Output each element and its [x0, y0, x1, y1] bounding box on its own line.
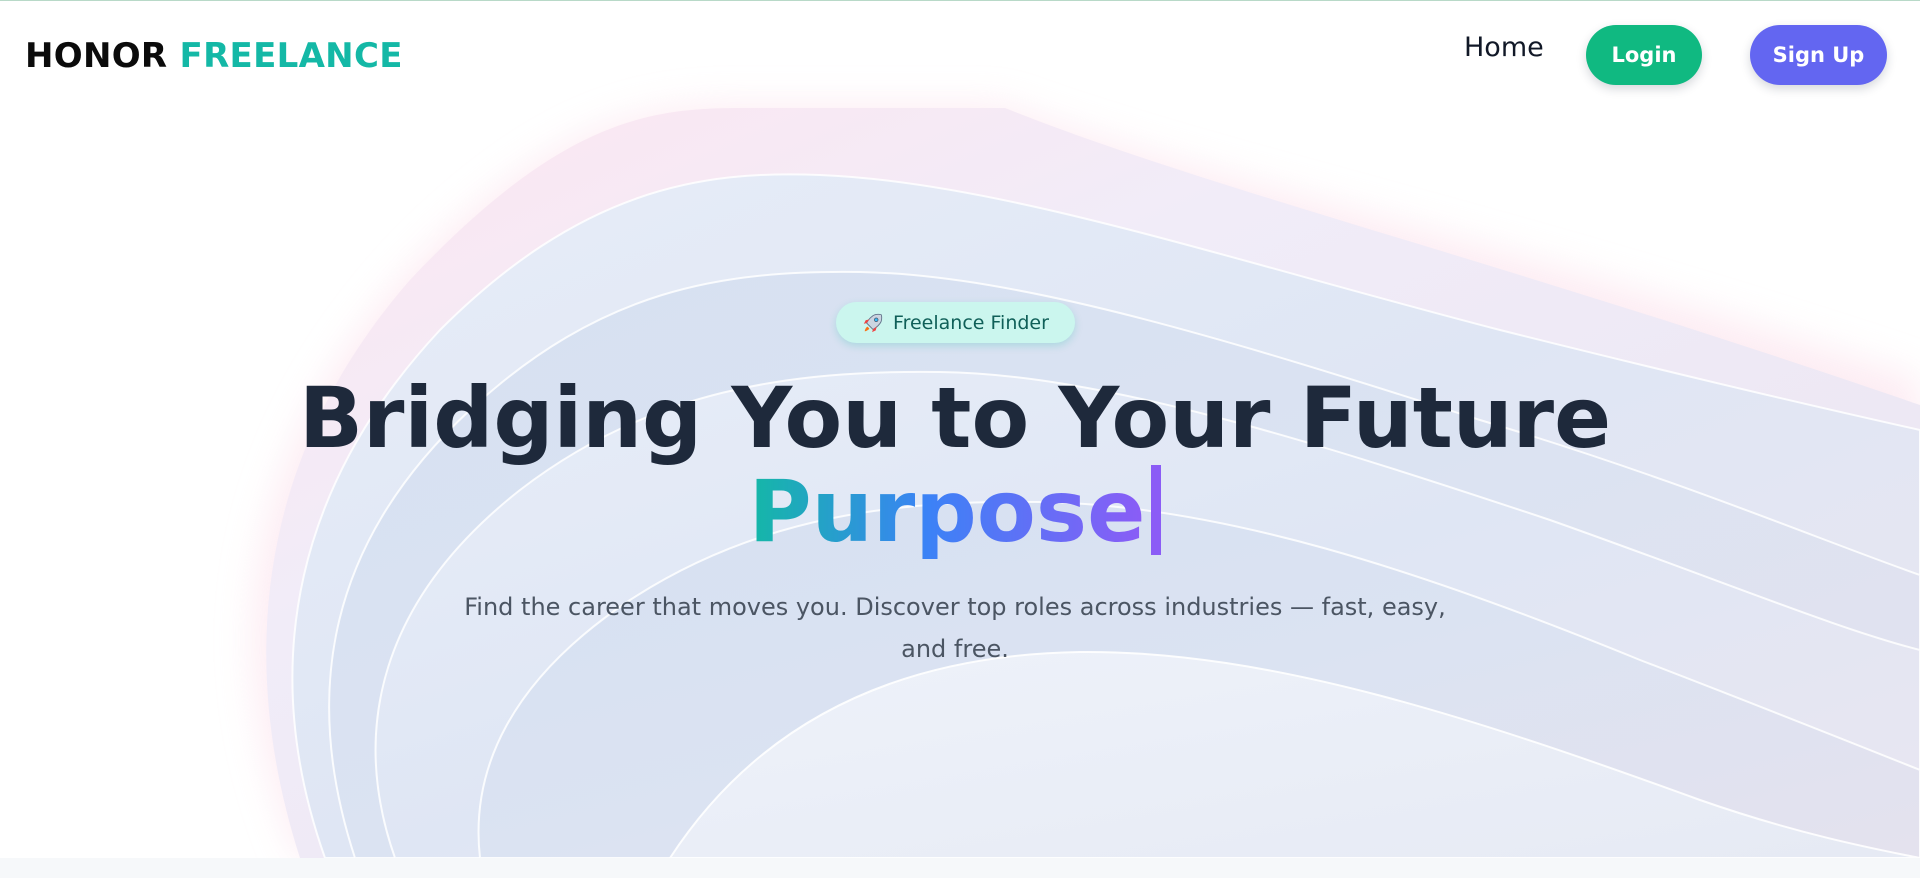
hero-headline: Bridging You to Your Future — [298, 369, 1612, 467]
site-header: HONOR FREELANCE Home Login Sign Up — [0, 0, 1920, 110]
brand-name-freelance: FREELANCE — [179, 36, 403, 76]
headline-highlight-word: Purpose — [748, 462, 1146, 562]
brand-logo[interactable]: HONOR FREELANCE — [25, 35, 403, 77]
hero-section: Freelance Finder Bridging You to Your Fu… — [0, 0, 1920, 858]
hero-subtitle: Find the career that moves you. Discover… — [464, 593, 1446, 663]
bottom-band — [0, 858, 1920, 878]
nav-link-home[interactable]: Home — [1464, 31, 1544, 65]
signup-button[interactable]: Sign Up — [1750, 25, 1887, 85]
brand-name-honor: HONOR — [25, 36, 168, 76]
badge-label: Freelance Finder — [893, 311, 1049, 334]
rocket-icon — [862, 312, 884, 334]
typing-cursor — [1151, 465, 1162, 555]
hero-headline-highlight-line: Purpose — [0, 462, 1910, 562]
landing-page: HONOR FREELANCE Home Login Sign Up Freel… — [0, 0, 1920, 878]
freelance-finder-badge: Freelance Finder — [836, 302, 1075, 343]
login-button[interactable]: Login — [1586, 25, 1702, 85]
